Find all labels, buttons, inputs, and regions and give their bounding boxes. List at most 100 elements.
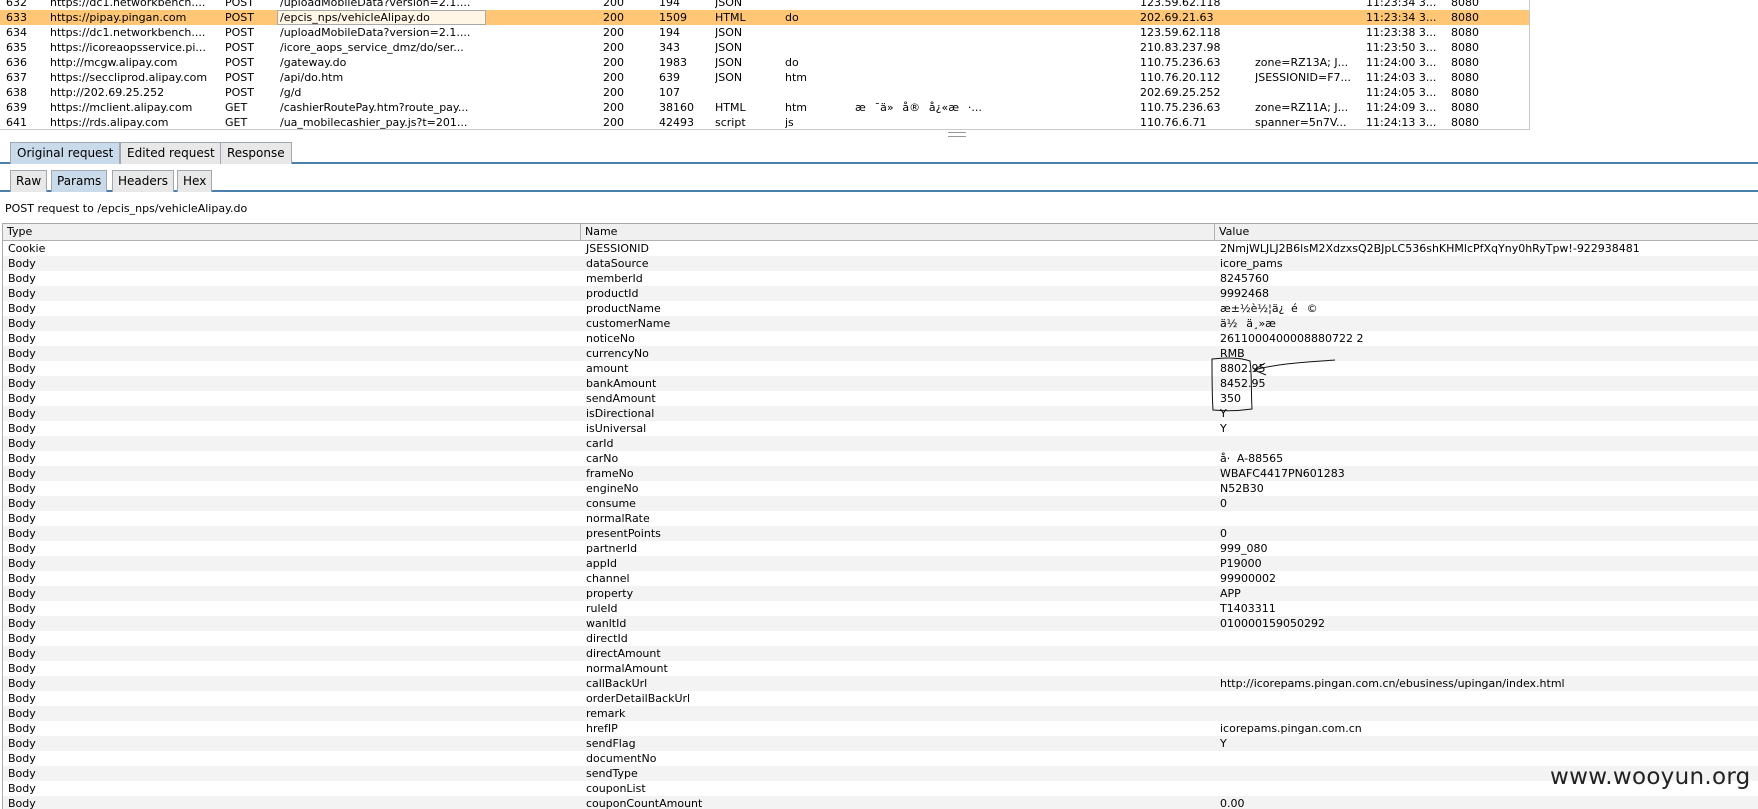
param-value: APP [1220, 587, 1241, 600]
param-row[interactable]: Body carId [3, 436, 1758, 451]
param-name: callBackUrl [586, 677, 648, 690]
row-extension: js [785, 116, 794, 129]
row-method: POST [225, 71, 254, 84]
param-row[interactable]: Body sendFlag Y [3, 736, 1758, 751]
param-row[interactable]: Body sendAmount 350 [3, 391, 1758, 406]
tab-response[interactable]: Response [220, 142, 292, 164]
param-row[interactable]: Body currencyNo RMB [3, 346, 1758, 361]
row-number: 635 [6, 41, 27, 54]
history-row[interactable]: 632 https://dc1.networkbench.... POST/uplo… [0, 0, 1529, 10]
column-header-name[interactable]: Name [581, 224, 1215, 241]
history-row[interactable]: 638 http://202.69.25.252 POST/g/d 200 107 202… [0, 85, 1529, 100]
param-row[interactable]: Body documentNo [3, 751, 1758, 766]
param-row[interactable]: Body hrefIP icorepams.pingan.com.cn [3, 721, 1758, 736]
param-row[interactable]: Body presentPoints 0 [3, 526, 1758, 541]
param-row[interactable]: Body channel 99900002 [3, 571, 1758, 586]
param-row[interactable]: Body noticeNo 2611000400008880722 2 [3, 331, 1758, 346]
param-name: hrefIP [586, 722, 618, 735]
param-row[interactable]: Body remark [3, 706, 1758, 721]
param-name: ruleId [586, 602, 618, 615]
param-row[interactable]: Body directId [3, 631, 1758, 646]
param-row[interactable]: Body ruleId T1403311 [3, 601, 1758, 616]
history-row[interactable]: 634 https://dc1.networkbench.... POST/uplo… [0, 25, 1529, 40]
param-row[interactable]: Body property APP [3, 586, 1758, 601]
tab-params[interactable]: Params [51, 170, 108, 192]
param-name: directId [586, 632, 628, 645]
param-row[interactable]: Body appId P19000 [3, 556, 1758, 571]
param-row[interactable]: Body normalAmount [3, 661, 1758, 676]
param-type: Body [8, 347, 36, 360]
param-type: Body [8, 377, 36, 390]
param-type: Body [8, 362, 36, 375]
param-row[interactable]: Body callBackUrl http://icorepams.pingan.c… [3, 676, 1758, 691]
param-value: 9992468 [1220, 287, 1269, 300]
param-row[interactable]: Body productName æ±½è½¦ä¿é© [3, 301, 1758, 316]
param-type: Body [8, 737, 36, 750]
row-status: 200 [603, 56, 624, 69]
param-row[interactable]: Cookie JSESSIONID 2NmjWLJLJ2B6lsM2XdzxsQ2B… [3, 241, 1758, 256]
history-rows: 632 https://dc1.networkbench.... POST/uplo… [0, 0, 1529, 129]
param-row[interactable]: Body engineNo N52B30 [3, 481, 1758, 496]
row-time: 11:23:34 3... [1366, 0, 1437, 9]
param-row[interactable]: Body isUniversal Y [3, 421, 1758, 436]
column-header-type[interactable]: Type [3, 224, 581, 241]
param-row[interactable]: Body isDirectional Y [3, 406, 1758, 421]
param-type: Body [8, 512, 36, 525]
param-row[interactable]: Body directAmount [3, 646, 1758, 661]
param-row[interactable]: Body consume 0 [3, 496, 1758, 511]
param-row[interactable]: Body partnerId 999_080 [3, 541, 1758, 556]
param-type: Body [8, 317, 36, 330]
param-name: isUniversal [586, 422, 647, 435]
param-row[interactable]: Body carNo å·A-88565 [3, 451, 1758, 466]
param-row[interactable]: Body frameNo WBAFC4417PN601283 [3, 466, 1758, 481]
history-row[interactable]: 637 https://seccliprod.alipay.com POST/api… [0, 70, 1529, 85]
param-name: amount [586, 362, 629, 375]
param-type: Body [8, 617, 36, 630]
row-host: http://202.69.25.252 [50, 86, 165, 99]
param-value: Y [1220, 737, 1227, 750]
row-time: 11:24:09 3... [1366, 101, 1437, 114]
param-value: 8802.95 [1220, 362, 1266, 375]
param-row[interactable]: Body sendType [3, 766, 1758, 781]
row-url: /epcis_nps/vehicleAlipay.do [277, 10, 486, 25]
row-host: https://mclient.alipay.com [50, 101, 193, 114]
row-port: 8080 [1451, 11, 1479, 24]
history-row[interactable]: 639 https://mclient.alipay.com GET/cashier… [0, 100, 1529, 115]
tab-hex[interactable]: Hex [177, 170, 213, 192]
row-mime: HTML [715, 101, 746, 114]
params-table-body: Cookie JSESSIONID 2NmjWLJLJ2B6lsM2XdzxsQ2B… [3, 241, 1758, 809]
param-row[interactable]: Body couponList [3, 781, 1758, 796]
param-type: Body [8, 707, 36, 720]
history-row[interactable]: 635 https://icoreaopsservice.pi... POST/ic… [0, 40, 1529, 55]
param-value: icore_pams [1220, 257, 1283, 270]
splitter-handle[interactable] [948, 132, 966, 137]
row-host: https://dc1.networkbench.... [50, 0, 206, 9]
row-time: 11:23:34 3... [1366, 11, 1437, 24]
history-row[interactable]: 641 https://rds.alipay.com GET/ua_mobileca… [0, 115, 1529, 129]
column-header-value[interactable]: Value [1215, 224, 1758, 241]
tab-raw[interactable]: Raw [10, 170, 48, 192]
param-row[interactable]: Body amount 8802.95 [3, 361, 1758, 376]
param-row[interactable]: Body dataSource icore_pams [3, 256, 1758, 271]
row-url: /g/d [280, 86, 302, 99]
param-type: Body [8, 497, 36, 510]
history-row[interactable]: 636 http://mcgw.alipay.com POST/gateway.do… [0, 55, 1529, 70]
param-row[interactable]: Body memberId 8245760 [3, 271, 1758, 286]
param-value: ä½ä¸»æ [1220, 317, 1294, 330]
param-row[interactable]: Body orderDetailBackUrl [3, 691, 1758, 706]
param-row[interactable]: Body couponCountAmount 0.00 [3, 796, 1758, 809]
param-row[interactable]: Body wanltId 010000159050292 [3, 616, 1758, 631]
param-value: 0 [1220, 527, 1227, 540]
tab-edited-request[interactable]: Edited request [120, 142, 222, 164]
row-time: 11:24:03 3... [1366, 71, 1437, 84]
tab-original-request[interactable]: Original request [10, 142, 121, 164]
param-row[interactable]: Body normalRate [3, 511, 1758, 526]
row-port: 8080 [1451, 0, 1479, 9]
param-row[interactable]: Body productId 9992468 [3, 286, 1758, 301]
history-table: 632 https://dc1.networkbench.... POST/uplo… [0, 0, 1530, 130]
param-row[interactable]: Body customerName ä½ä¸»æ [3, 316, 1758, 331]
tab-headers[interactable]: Headers [112, 170, 174, 192]
history-row[interactable]: 633 https://pipay.pingan.com POST/epcis_np… [0, 10, 1529, 25]
param-row[interactable]: Body bankAmount 8452.95 [3, 376, 1758, 391]
row-time: 11:24:05 3... [1366, 86, 1437, 99]
